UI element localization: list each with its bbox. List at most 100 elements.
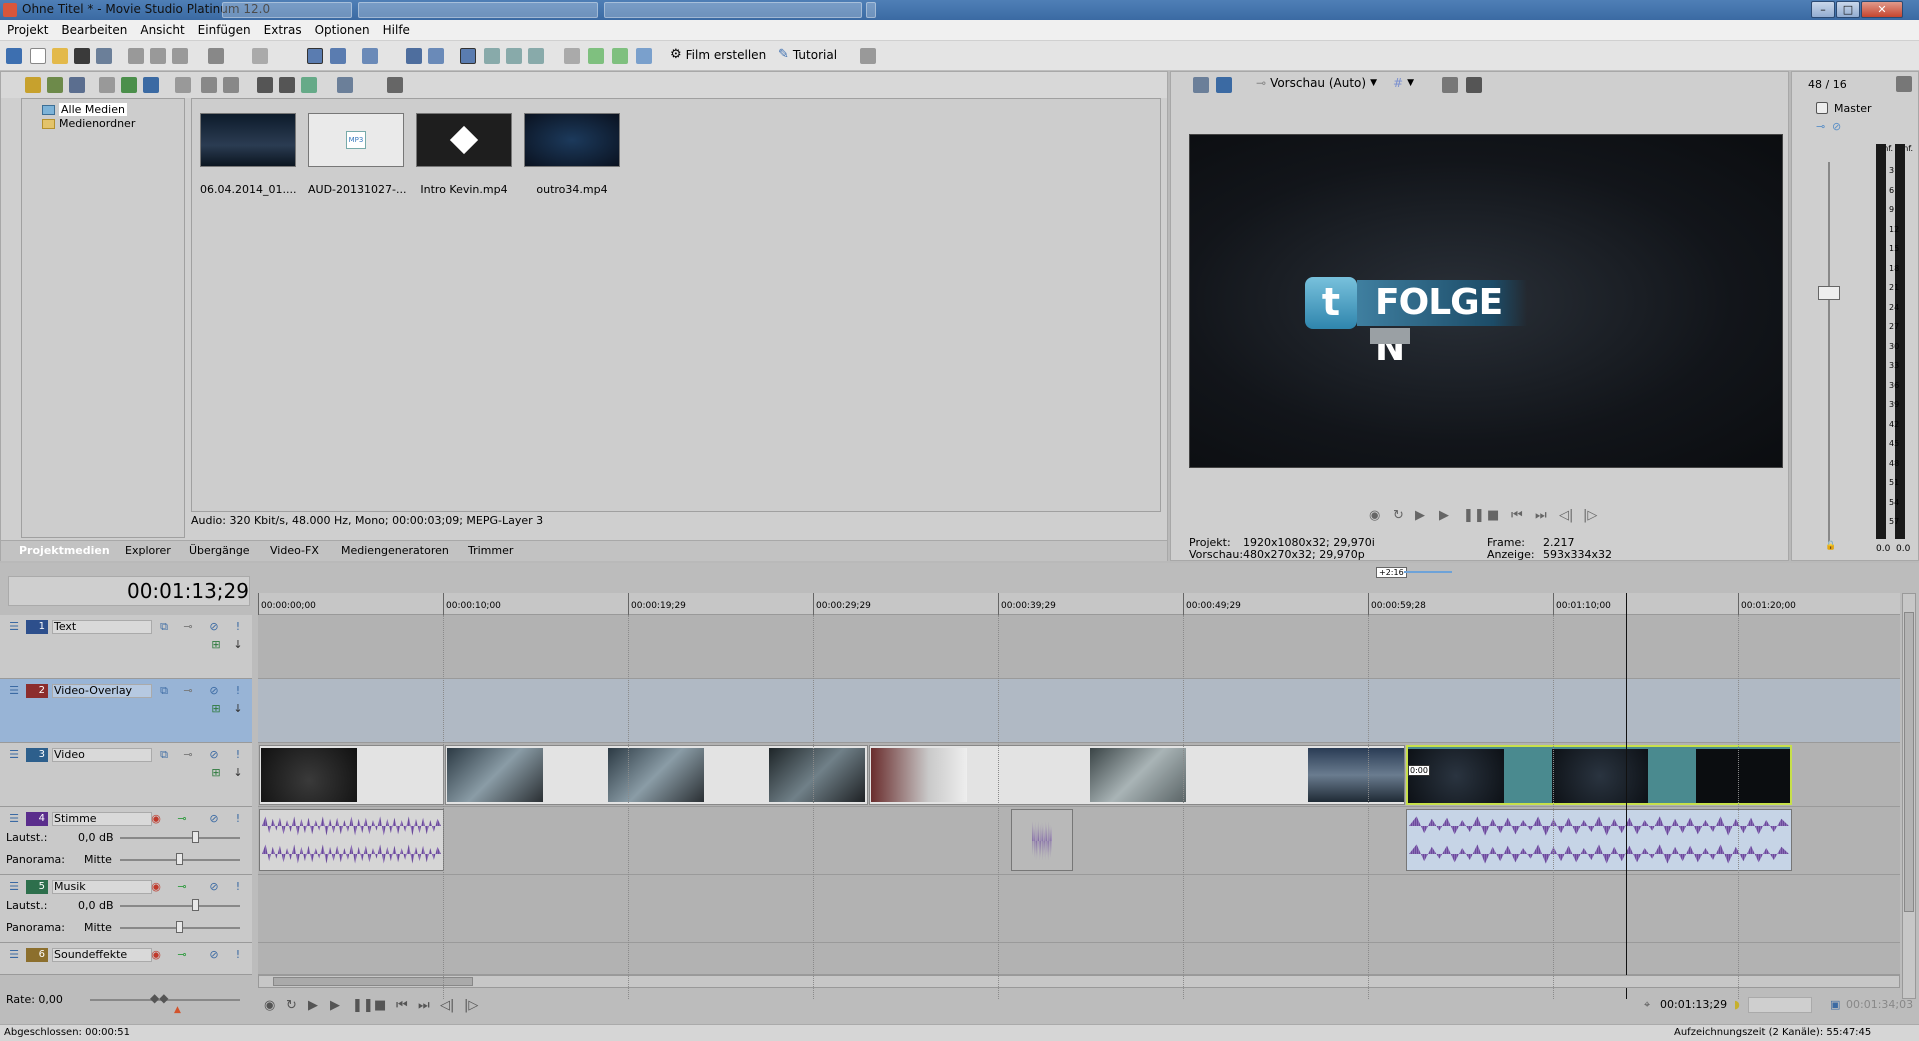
play-icon[interactable]: ▶: [330, 998, 340, 1013]
mute-icon[interactable]: ⊘: [208, 749, 220, 761]
mute-icon[interactable]: ⊘: [208, 881, 220, 893]
trim-end-icon[interactable]: [612, 48, 628, 64]
menu-einfuegen[interactable]: Einfügen: [191, 20, 257, 37]
pause-icon[interactable]: ❚❚: [352, 998, 374, 1013]
loop-region-bar[interactable]: [1404, 571, 1452, 573]
auto-ripple-icon[interactable]: [406, 48, 422, 64]
menu-extras[interactable]: Extras: [257, 20, 308, 37]
volume-knob[interactable]: [192, 899, 199, 911]
play-media-icon[interactable]: [257, 77, 273, 93]
solo-icon[interactable]: !: [232, 685, 244, 697]
media-item[interactable]: MP3 AUD-20131027-...: [308, 113, 406, 196]
track-name[interactable]: Soundeffekte: [52, 948, 152, 962]
save-snapshot-icon[interactable]: [1466, 77, 1482, 93]
menu-ansicht[interactable]: Ansicht: [133, 20, 190, 37]
track-collapse-icon[interactable]: ☰: [8, 949, 20, 961]
tab-transitions[interactable]: Übergänge: [189, 544, 250, 557]
track-name[interactable]: Stimme: [52, 812, 152, 826]
cut-icon[interactable]: [128, 48, 144, 64]
tab-explorer[interactable]: Explorer: [125, 544, 171, 557]
master-fader[interactable]: [1818, 286, 1840, 300]
video-clip-selected[interactable]: 0:00: [1406, 745, 1792, 805]
rate-knob-icon[interactable]: ◆◆: [150, 991, 168, 1005]
arm-record-icon[interactable]: ◉: [150, 813, 162, 825]
ungroup-icon[interactable]: [506, 48, 522, 64]
audio-clip[interactable]: [259, 809, 444, 871]
pan-knob[interactable]: [176, 853, 183, 865]
expand-down-icon[interactable]: ↓: [232, 703, 244, 715]
compositing-mode-icon[interactable]: ⧉: [158, 685, 170, 697]
media-fx-icon[interactable]: [143, 77, 159, 93]
arm-record-icon[interactable]: ◉: [150, 949, 162, 961]
media-item[interactable]: Intro Kevin.mp4: [416, 113, 512, 196]
fx-icon[interactable]: ⊸: [1816, 120, 1825, 133]
video-clip[interactable]: [445, 745, 868, 805]
loop-icon[interactable]: ↻: [286, 998, 297, 1013]
track-lane-video-overlay[interactable]: [258, 679, 1900, 743]
track-lane-music[interactable]: [258, 875, 1900, 943]
close-button[interactable]: ✕: [1861, 1, 1903, 18]
envelope-tool-icon[interactable]: [330, 48, 346, 64]
lock-icon[interactable]: 🔒: [1825, 541, 1836, 551]
track-name[interactable]: Text: [52, 620, 152, 634]
previous-frame-icon[interactable]: ◁|: [1559, 508, 1573, 523]
minimize-button[interactable]: –: [1811, 1, 1835, 18]
track-collapse-icon[interactable]: ☰: [8, 881, 20, 893]
solo-icon[interactable]: !: [232, 813, 244, 825]
tab-video-fx[interactable]: Video-FX: [270, 544, 319, 557]
preview-properties-icon[interactable]: [1193, 77, 1209, 93]
track-header[interactable]: ☰ 4 Stimme ◉ ⊸ ⊘! Lautst.: 0,0 dB Panorama: Mitte: [0, 807, 252, 875]
solo-icon[interactable]: !: [232, 881, 244, 893]
save-icon[interactable]: [74, 48, 90, 64]
marker-icon[interactable]: [636, 48, 652, 64]
track-lane-text[interactable]: [258, 615, 1900, 679]
track-header[interactable]: ☰ 3 Video ⧉ ⊸ ⊘! ⊞ ↓: [0, 743, 252, 807]
zoom-icon[interactable]: [528, 48, 544, 64]
pause-icon[interactable]: ❚❚: [1463, 508, 1485, 523]
tutorial-button[interactable]: ✎ Tutorial: [778, 47, 837, 62]
next-frame-icon[interactable]: |▷: [464, 998, 478, 1013]
stop-icon[interactable]: ■: [374, 998, 386, 1013]
play-from-start-icon[interactable]: ▶: [308, 998, 318, 1013]
autopreview-icon[interactable]: [301, 77, 317, 93]
time-ruler[interactable]: 00:00:00;00 00:00:10;00 00:00:19;29 00:00:2…: [258, 593, 1900, 615]
audio-clip[interactable]: [1406, 809, 1792, 871]
redo-icon[interactable]: [252, 48, 268, 64]
stop-media-icon[interactable]: [279, 77, 295, 93]
record-icon[interactable]: ◉: [1369, 508, 1380, 523]
media-tags-icon[interactable]: [223, 77, 239, 93]
track-collapse-icon[interactable]: ☰: [8, 813, 20, 825]
group-icon[interactable]: [484, 48, 500, 64]
expand-down-icon[interactable]: ↓: [232, 767, 244, 779]
expand-down-icon[interactable]: ↓: [232, 639, 244, 651]
track-name[interactable]: Video: [52, 748, 152, 762]
track-lane-sound-effects[interactable]: [258, 943, 1900, 975]
track-name[interactable]: Video-Overlay: [52, 684, 152, 698]
help-icon[interactable]: [860, 48, 876, 64]
go-to-end-icon[interactable]: ⏭: [1535, 508, 1547, 523]
get-media-icon[interactable]: [69, 77, 85, 93]
copy-snapshot-icon[interactable]: [1442, 77, 1458, 93]
new-project-icon[interactable]: [30, 48, 46, 64]
selection-length-field[interactable]: [1748, 997, 1812, 1013]
audio-clip[interactable]: [1011, 809, 1073, 871]
undo-icon[interactable]: [208, 48, 224, 64]
render-icon[interactable]: [96, 48, 112, 64]
volume-slider[interactable]: [120, 837, 240, 839]
tab-project-media[interactable]: Projektmedien: [19, 544, 110, 557]
track-fx-icon[interactable]: ⊸: [182, 621, 194, 633]
menu-bearbeiten[interactable]: Bearbeiten: [54, 20, 133, 37]
external-monitor-icon[interactable]: [1216, 77, 1232, 93]
volume-knob[interactable]: [192, 831, 199, 843]
trim-start-icon[interactable]: [588, 48, 604, 64]
close-pane-icon[interactable]: [175, 77, 191, 93]
track-fx-icon[interactable]: ⊸: [176, 949, 188, 961]
remove-media-icon[interactable]: [99, 77, 115, 93]
paste-icon[interactable]: [172, 48, 188, 64]
go-to-end-icon[interactable]: ⏭: [418, 998, 430, 1013]
record-icon[interactable]: ◉: [264, 998, 275, 1013]
solo-icon[interactable]: !: [232, 949, 244, 961]
next-frame-icon[interactable]: |▷: [1583, 508, 1597, 523]
solo-icon[interactable]: !: [232, 749, 244, 761]
previous-frame-icon[interactable]: ◁|: [440, 998, 454, 1013]
